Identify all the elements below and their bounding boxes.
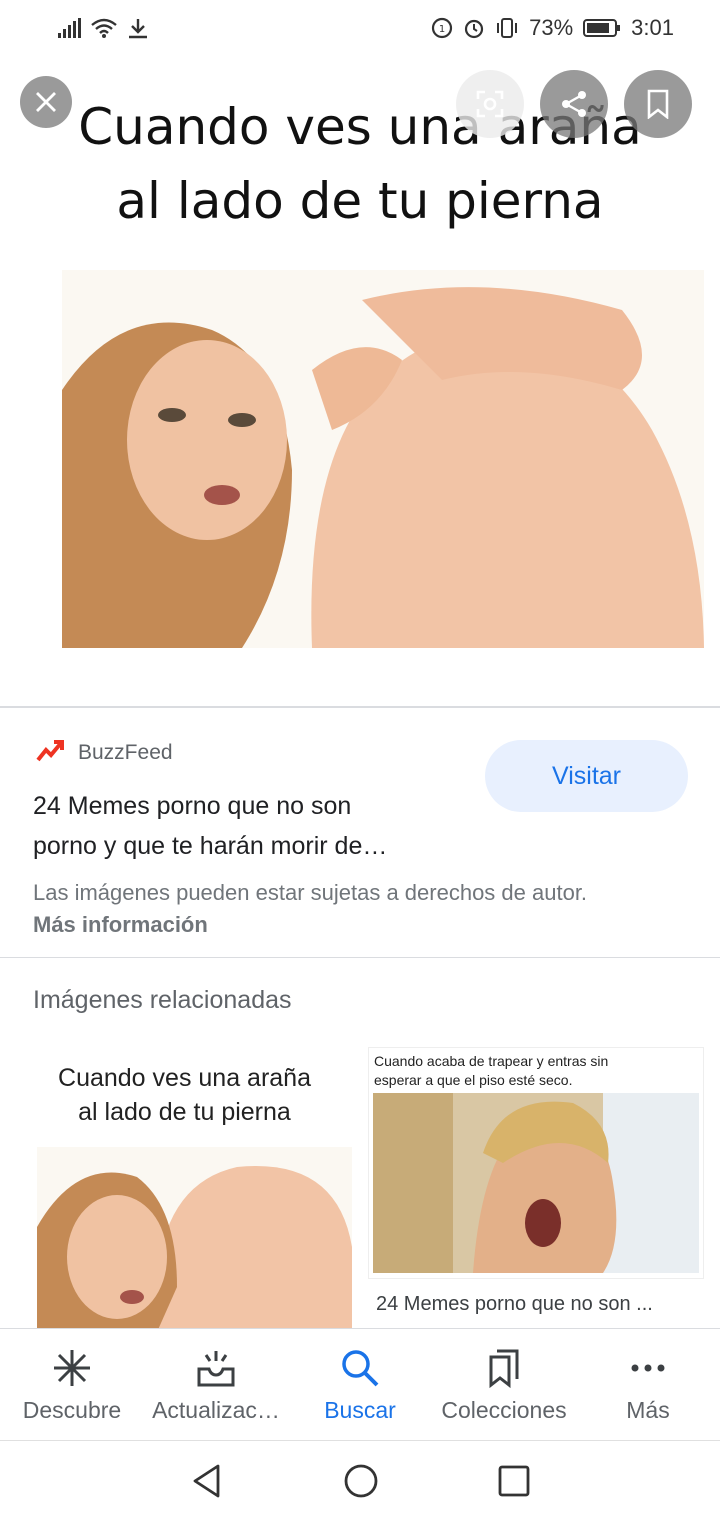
buzzfeed-trending-icon	[36, 740, 64, 762]
meme-caption: Cuando ves una araña al lado de tu piern…	[0, 90, 720, 238]
status-left	[58, 17, 149, 39]
nav-actualizaciones-label: Actualizac…	[152, 1397, 280, 1423]
clock: 3:01	[631, 15, 674, 40]
lens-button[interactable]	[456, 70, 524, 138]
divider	[0, 957, 720, 958]
meme-photo	[62, 270, 704, 648]
share-button[interactable]	[540, 70, 608, 138]
close-icon	[36, 92, 56, 112]
nav-descubre[interactable]: Descubre	[0, 1329, 144, 1440]
result-title-line2: porno y que te harán morir de…	[33, 832, 388, 860]
meme-caption-line1: Cuando ves una araña	[78, 98, 642, 156]
nav-colecciones-label: Colecciones	[441, 1397, 567, 1423]
related-image-2-caption: Cuando acaba de trapear y entras sin esp…	[374, 1052, 700, 1090]
save-button[interactable]	[624, 70, 692, 138]
visit-button[interactable]: Visitar	[485, 740, 688, 812]
data-saver-icon: 1	[432, 17, 453, 39]
more-info-link[interactable]: Más información	[33, 912, 208, 938]
site-name: BuzzFeed	[78, 741, 173, 764]
copyright-notice: Las imágenes pueden estar sujetas a dere…	[33, 880, 588, 905]
image-viewer[interactable]: Cuando ves una araña al lado de tu piern…	[0, 56, 720, 706]
nav-buscar[interactable]: Buscar	[288, 1329, 432, 1440]
home-icon[interactable]	[343, 1463, 379, 1499]
source-panel: BuzzFeed 24 Memes porno que no son porno…	[0, 708, 720, 958]
related-image-2-caption-line1: Cuando acaba de trapear y entras sin	[374, 1053, 609, 1069]
collections-icon	[489, 1349, 519, 1389]
bookmark-icon	[647, 89, 669, 119]
result-title[interactable]: 24 Memes porno que no son porno y que te…	[33, 786, 453, 866]
related-image-1-caption-line1: Cuando ves una araña	[58, 1064, 311, 1092]
related-image-1[interactable]: Cuando ves una araña al lado de tu piern…	[17, 1047, 352, 1332]
related-image-1-photo	[37, 1147, 352, 1332]
close-button[interactable]	[20, 76, 72, 128]
updates-tray-icon	[197, 1351, 235, 1387]
battery-percent: 73%	[529, 15, 574, 40]
meme-caption-line2: al lado de tu pierna	[116, 172, 604, 230]
lens-icon	[476, 90, 504, 118]
alarm-icon	[465, 19, 484, 39]
related-image-2[interactable]: Cuando acaba de trapear y entras sin esp…	[368, 1047, 704, 1279]
nav-mas[interactable]: Más	[576, 1329, 720, 1440]
related-image-1-caption-line2: al lado de tu pierna	[78, 1098, 291, 1126]
status-right: 1 73% 3:01	[431, 15, 674, 41]
meme-photo-illustration	[62, 270, 704, 648]
system-nav-bar	[0, 1440, 720, 1520]
back-icon[interactable]	[190, 1463, 224, 1499]
related-heading: Imágenes relacionadas	[33, 986, 292, 1014]
nav-descubre-label: Descubre	[22, 1397, 122, 1423]
search-icon	[342, 1350, 379, 1387]
share-icon	[562, 91, 586, 117]
result-title-line1: 24 Memes porno que no son	[33, 792, 352, 820]
download-icon	[129, 19, 147, 39]
signal-icon	[58, 18, 81, 38]
wifi-icon	[91, 18, 117, 38]
recents-icon[interactable]	[498, 1465, 530, 1497]
vibrate-icon	[497, 18, 518, 38]
more-dots-icon	[631, 1364, 665, 1372]
related-image-2-caption-line2: esperar a que el piso esté seco.	[374, 1072, 573, 1088]
bottom-nav: Descubre Actualizac… Buscar Colecciones …	[0, 1328, 720, 1440]
related-image-1-caption: Cuando ves una araña al lado de tu piern…	[17, 1061, 352, 1129]
battery-icon	[583, 19, 621, 37]
nav-colecciones[interactable]: Colecciones	[432, 1329, 576, 1440]
nav-actualizaciones[interactable]: Actualizac…	[144, 1329, 288, 1440]
svg-text:1: 1	[439, 24, 445, 35]
related-image-2-photo	[373, 1093, 699, 1273]
nav-mas-label: Más	[626, 1397, 670, 1423]
nav-buscar-label: Buscar	[324, 1397, 396, 1423]
related-image-2-title[interactable]: 24 Memes porno que no son ...	[376, 1293, 696, 1316]
status-bar: 1 73% 3:01	[0, 0, 720, 56]
asterisk-icon	[54, 1350, 90, 1386]
